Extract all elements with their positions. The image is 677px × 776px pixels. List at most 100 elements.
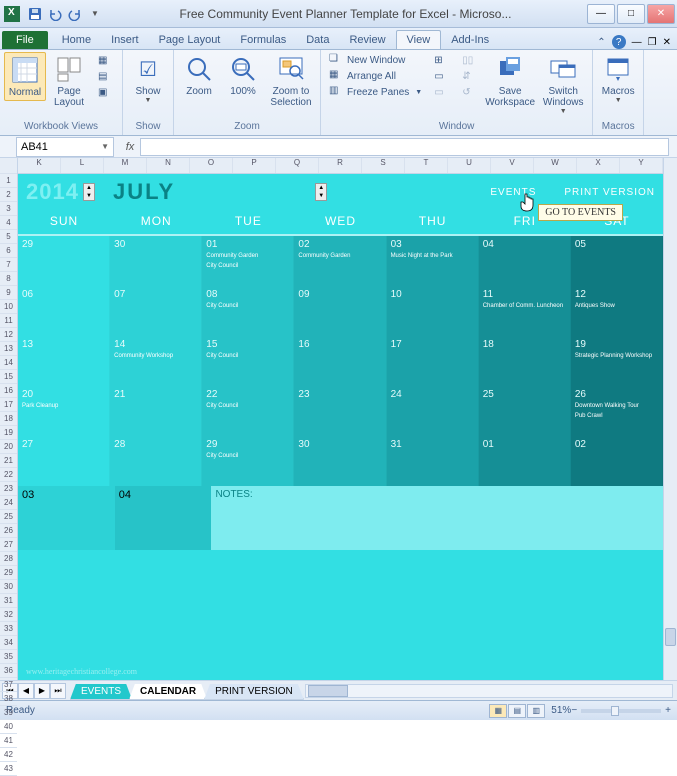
notes-area[interactable]: NOTES: (211, 486, 663, 550)
column-header[interactable]: Y (620, 158, 663, 173)
calendar-cell[interactable]: 07 (110, 286, 202, 336)
zoom-out-button[interactable]: − (571, 705, 577, 716)
new-window-button[interactable]: ❏New Window (325, 52, 426, 68)
row-header[interactable]: 28 (0, 552, 17, 566)
calendar-cell[interactable]: 15City Council (202, 336, 294, 386)
calendar-cell[interactable]: 23 (294, 386, 386, 436)
tab-addins[interactable]: Add-Ins (441, 31, 499, 49)
tab-view[interactable]: View (396, 30, 442, 49)
column-header[interactable]: U (448, 158, 491, 173)
tab-data[interactable]: Data (296, 31, 339, 49)
row-header[interactable]: 30 (0, 580, 17, 594)
zoom-in-button[interactable]: + (665, 705, 671, 716)
calendar-cell[interactable]: 05 (571, 236, 663, 286)
row-header[interactable]: 12 (0, 328, 17, 342)
zoom-slider-thumb[interactable] (611, 706, 619, 716)
row-header[interactable]: 6 (0, 244, 17, 258)
zoom-selection-button[interactable]: Zoom to Selection (266, 52, 316, 110)
calendar-cell[interactable]: 28 (110, 436, 202, 486)
redo-icon[interactable] (66, 5, 84, 23)
row-header[interactable]: 19 (0, 426, 17, 440)
calendar-cell[interactable]: 02Community Garden (294, 236, 386, 286)
column-header[interactable]: V (491, 158, 534, 173)
calendar-cell[interactable]: 04 (479, 236, 571, 286)
show-button[interactable]: ☑ Show ▼ (127, 52, 169, 106)
calendar-cell[interactable]: 27 (18, 436, 110, 486)
row-header[interactable]: 11 (0, 314, 17, 328)
row-header[interactable]: 3 (0, 202, 17, 216)
doc-minimize-button[interactable]: — (632, 37, 642, 48)
calendar-cell[interactable]: 21 (110, 386, 202, 436)
row-header[interactable]: 1 (0, 174, 17, 188)
row-header[interactable]: 24 (0, 496, 17, 510)
row-header[interactable]: 4 (0, 216, 17, 230)
page-layout-button[interactable]: Page Layout (48, 52, 90, 110)
fx-button[interactable]: fx (120, 141, 140, 153)
sheet-tab-print-version[interactable]: PRINT VERSION (204, 684, 304, 700)
row-header[interactable]: 27 (0, 538, 17, 552)
calendar-cell[interactable]: 19Strategic Planning Workshop (571, 336, 663, 386)
hide-button[interactable]: ▭ (430, 70, 452, 86)
row-header[interactable]: 41 (0, 734, 17, 748)
calendar-cell[interactable]: 08City Council (202, 286, 294, 336)
split-button[interactable]: ⊞ (430, 54, 452, 70)
switch-windows-button[interactable]: Switch Windows ▼ (538, 52, 588, 117)
vertical-scrollbar[interactable] (663, 158, 677, 680)
calendar-cell[interactable]: 13 (18, 336, 110, 386)
column-header[interactable]: Q (276, 158, 319, 173)
full-screen-button[interactable]: ▣ (94, 86, 116, 102)
name-box[interactable]: AB41 ▼ (16, 137, 114, 157)
name-box-dropdown-icon[interactable]: ▼ (101, 142, 109, 151)
horizontal-scrollbar[interactable] (305, 684, 673, 698)
sheet-tab-events[interactable]: EVENTS (70, 684, 132, 700)
freeze-panes-button[interactable]: ▥Freeze Panes▼ (325, 84, 426, 100)
tab-insert[interactable]: Insert (101, 31, 149, 49)
doc-restore-button[interactable]: ❐ (648, 37, 657, 48)
row-header[interactable]: 10 (0, 300, 17, 314)
tab-file[interactable]: File (2, 31, 48, 49)
calendar-cell[interactable]: 22City Council (202, 386, 294, 436)
calendar-cell[interactable]: 20Park Cleanup (18, 386, 110, 436)
row-header[interactable]: 16 (0, 384, 17, 398)
sync-scroll-button[interactable]: ⇵ (458, 70, 480, 86)
tab-nav-next[interactable]: ▶ (34, 683, 50, 699)
calendar-cell[interactable]: 11Chamber of Comm. Luncheon (479, 286, 571, 336)
view-page-layout-button[interactable]: ▤ (508, 704, 526, 718)
formula-input[interactable] (140, 138, 669, 156)
calendar-cell[interactable]: 01Community GardenCity Council (202, 236, 294, 286)
calendar-cell[interactable]: 04 (115, 486, 212, 550)
column-header[interactable]: P (233, 158, 276, 173)
column-header[interactable]: L (61, 158, 104, 173)
calendar-cell[interactable]: 29City Council (202, 436, 294, 486)
row-header[interactable]: 14 (0, 356, 17, 370)
calendar-cell[interactable]: 12Antiques Show (571, 286, 663, 336)
tab-home[interactable]: Home (52, 31, 101, 49)
row-header[interactable]: 5 (0, 230, 17, 244)
calendar-cell[interactable]: 09 (294, 286, 386, 336)
column-header[interactable]: N (147, 158, 190, 173)
row-header[interactable]: 35 (0, 650, 17, 664)
calendar-cell[interactable]: 01 (479, 436, 571, 486)
unhide-button[interactable]: ▭ (430, 86, 452, 102)
row-header[interactable]: 31 (0, 594, 17, 608)
ribbon-minimize-icon[interactable]: ⌃ (597, 37, 605, 48)
row-header[interactable]: 26 (0, 524, 17, 538)
zoom-button[interactable]: Zoom (178, 52, 220, 99)
calendar-cell[interactable]: 02 (571, 436, 663, 486)
column-header[interactable]: O (190, 158, 233, 173)
tab-review[interactable]: Review (339, 31, 395, 49)
custom-views-button[interactable]: ▤ (94, 70, 116, 86)
row-header[interactable]: 37 (0, 678, 17, 692)
arrange-all-button[interactable]: ▦Arrange All (325, 68, 426, 84)
row-header[interactable]: 34 (0, 636, 17, 650)
view-normal-button[interactable]: ▦ (489, 704, 507, 718)
help-icon[interactable]: ? (612, 35, 626, 49)
row-header[interactable]: 18 (0, 412, 17, 426)
maximize-button[interactable]: □ (617, 4, 645, 24)
row-header[interactable]: 2 (0, 188, 17, 202)
print-version-link[interactable]: PRINT VERSION (564, 187, 655, 198)
sheet-tab-calendar[interactable]: CALENDAR (129, 684, 207, 700)
row-header[interactable]: 7 (0, 258, 17, 272)
minimize-button[interactable]: — (587, 4, 615, 24)
zoom-slider[interactable] (581, 709, 661, 713)
